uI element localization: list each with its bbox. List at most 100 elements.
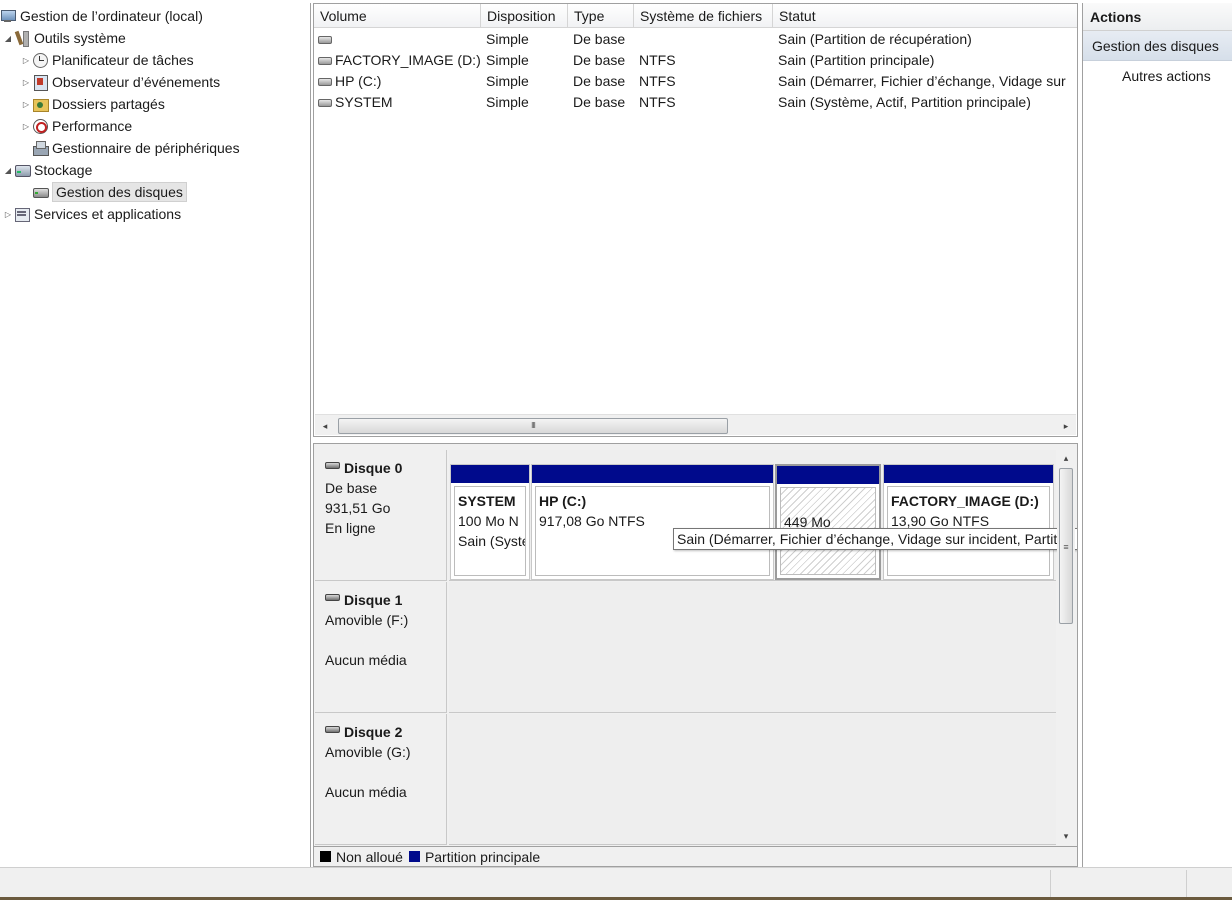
disk-title: Disque 0 bbox=[344, 460, 403, 476]
removable-disk-icon bbox=[325, 593, 340, 601]
volume-name: FACTORY_IMAGE (D:) bbox=[335, 52, 481, 68]
partition-bar bbox=[532, 465, 773, 483]
disk-2-label[interactable]: Disque 2 Amovible (G:) Aucun média bbox=[315, 714, 447, 845]
device-manager-icon bbox=[32, 140, 49, 156]
console-tree: Gestion de l’ordinateur (local) ◢ Outils… bbox=[0, 3, 311, 867]
actions-pane: Actions Gestion des disques Autres actio… bbox=[1082, 3, 1232, 867]
disk-1-partitions[interactable] bbox=[449, 582, 1056, 713]
drive-icon bbox=[318, 77, 332, 86]
volume-layout: Simple bbox=[486, 31, 529, 47]
volume-filesystem: NTFS bbox=[639, 94, 676, 110]
tree-item-system-tools[interactable]: ◢ Outils système bbox=[2, 27, 130, 49]
tree-item-task-scheduler[interactable]: ▷ Planificateur de tâches bbox=[20, 49, 198, 71]
drive-icon bbox=[318, 35, 332, 44]
partition-tooltip: Sain (Démarrer, Fichier d’échange, Vidag… bbox=[673, 528, 1077, 550]
volume-type: De base bbox=[573, 73, 626, 89]
actions-title: Actions bbox=[1083, 3, 1232, 31]
volume-type: De base bbox=[573, 94, 626, 110]
shared-folders-icon bbox=[32, 96, 49, 112]
status-bar bbox=[0, 867, 1232, 900]
volume-type: De base bbox=[573, 31, 626, 47]
tree-item-performance[interactable]: ▷ Performance bbox=[20, 115, 136, 137]
disk-2-partitions[interactable] bbox=[449, 714, 1056, 845]
disk-type: Amovible (F:) bbox=[325, 612, 409, 628]
legend-item-unallocated: Non alloué bbox=[320, 849, 403, 865]
partition-hp-c[interactable]: HP (C:) 917,08 Go NTFS bbox=[531, 464, 774, 580]
disk-1-label[interactable]: Disque 1 Amovible (F:) Aucun média bbox=[315, 582, 447, 713]
tree-item-label: Planificateur de tâches bbox=[52, 52, 194, 68]
vertical-scrollbar[interactable]: ▴ ≡ ▾ bbox=[1057, 450, 1075, 846]
scroll-right-icon[interactable]: ▸ bbox=[1058, 418, 1074, 434]
horizontal-scrollbar[interactable]: ◂ III ▸ bbox=[315, 414, 1076, 435]
disk-0-label[interactable]: Disque 0 De base 931,51 Go En ligne bbox=[315, 450, 447, 581]
tree-item-storage[interactable]: ◢ Stockage bbox=[2, 159, 96, 181]
partition-bar bbox=[451, 465, 529, 483]
volume-layout: Simple bbox=[486, 73, 529, 89]
column-header-filesystem[interactable]: Système de fichiers bbox=[634, 4, 773, 28]
volume-name: SYSTEM bbox=[335, 94, 393, 110]
column-header-status[interactable]: Statut bbox=[773, 4, 1077, 28]
expanded-arrow-icon[interactable]: ◢ bbox=[2, 34, 14, 43]
volume-row[interactable]: FACTORY_IMAGE (D:) Simple De base NTFS S… bbox=[314, 50, 1077, 71]
partition-status: Sain (Syste bbox=[458, 533, 526, 549]
column-header-volume[interactable]: Volume bbox=[314, 4, 481, 28]
scroll-up-icon[interactable]: ▴ bbox=[1058, 450, 1074, 466]
tree-item-device-manager[interactable]: Gestionnaire de périphériques bbox=[32, 137, 244, 159]
column-header-layout[interactable]: Disposition bbox=[481, 4, 568, 28]
scroll-left-icon[interactable]: ◂ bbox=[317, 418, 333, 434]
collapsed-arrow-icon[interactable]: ▷ bbox=[20, 56, 32, 65]
collapsed-arrow-icon[interactable]: ▷ bbox=[2, 210, 14, 219]
drive-icon bbox=[318, 98, 332, 107]
collapsed-arrow-icon[interactable]: ▷ bbox=[20, 122, 32, 131]
tree-item-event-viewer[interactable]: ▷ Observateur d’événements bbox=[20, 71, 224, 93]
partition-name bbox=[784, 492, 875, 512]
computer-icon bbox=[0, 8, 16, 24]
volume-layout: Simple bbox=[486, 52, 529, 68]
scrollbar-thumb[interactable]: ≡ bbox=[1059, 468, 1073, 624]
collapsed-arrow-icon[interactable]: ▷ bbox=[20, 78, 32, 87]
disk-state: En ligne bbox=[325, 520, 376, 536]
disk-type: De base bbox=[325, 480, 378, 496]
volume-filesystem: NTFS bbox=[639, 52, 676, 68]
legend-swatch bbox=[408, 851, 420, 862]
disk-title: Disque 1 bbox=[344, 592, 403, 608]
more-actions-link[interactable]: Autres actions bbox=[1083, 61, 1232, 91]
tree-item-label: Outils système bbox=[34, 30, 126, 46]
performance-icon bbox=[32, 118, 48, 134]
volume-layout: Simple bbox=[486, 94, 529, 110]
expanded-arrow-icon[interactable]: ◢ bbox=[2, 166, 14, 175]
partition-name: FACTORY_IMAGE (D:) bbox=[891, 493, 1039, 509]
tree-item-label: Gestionnaire de périphériques bbox=[52, 140, 240, 156]
tree-item-disk-management[interactable]: Gestion des disques bbox=[32, 181, 187, 203]
collapsed-arrow-icon[interactable]: ▷ bbox=[20, 100, 32, 109]
column-header-type[interactable]: Type bbox=[568, 4, 634, 28]
volume-row[interactable]: SYSTEM Simple De base NTFS Sain (Système… bbox=[314, 92, 1077, 113]
partition-bar bbox=[777, 466, 879, 484]
scroll-down-icon[interactable]: ▾ bbox=[1058, 828, 1074, 844]
legend-swatch bbox=[320, 851, 331, 862]
actions-section-disk-management[interactable]: Gestion des disques bbox=[1083, 31, 1232, 61]
volume-type: De base bbox=[573, 52, 626, 68]
partition-factory-image[interactable]: FACTORY_IMAGE (D:) 13,90 Go NTFS al bbox=[883, 464, 1054, 580]
tree-item-label: Observateur d’événements bbox=[52, 74, 221, 90]
tree-item-services-applications[interactable]: ▷ Services et applications bbox=[2, 203, 185, 225]
tree-item-label: Performance bbox=[52, 118, 133, 134]
volume-status: Sain (Démarrer, Fichier d’échange, Vidag… bbox=[778, 73, 1066, 89]
partition-recovery[interactable]: 449 Mo bbox=[775, 464, 881, 580]
disk-graphical-view: Disque 0 De base 931,51 Go En ligne SYST… bbox=[313, 443, 1078, 847]
tree-item-label: Gestion des disques bbox=[52, 182, 187, 202]
partition-system[interactable]: SYSTEM 100 Mo N Sain (Syste bbox=[450, 464, 530, 580]
volume-row[interactable]: HP (C:) Simple De base NTFS Sain (Démarr… bbox=[314, 71, 1077, 92]
legend-item-primary-partition: Partition principale bbox=[408, 849, 540, 865]
volume-filesystem bbox=[639, 29, 769, 50]
volume-row[interactable]: Simple De base Sain (Partition de récupé… bbox=[314, 29, 1077, 50]
volume-name: HP (C:) bbox=[335, 73, 382, 89]
tree-item-shared-folders[interactable]: ▷ Dossiers partagés bbox=[20, 93, 169, 115]
partition-bar bbox=[884, 465, 1053, 483]
disk-title: Disque 2 bbox=[344, 724, 403, 740]
scrollbar-thumb[interactable]: III bbox=[338, 418, 728, 434]
volume-filesystem: NTFS bbox=[639, 73, 676, 89]
status-separator bbox=[1050, 870, 1051, 897]
legend-label: Non alloué bbox=[336, 848, 403, 865]
tree-item-computer-management[interactable]: Gestion de l’ordinateur (local) bbox=[0, 5, 207, 27]
